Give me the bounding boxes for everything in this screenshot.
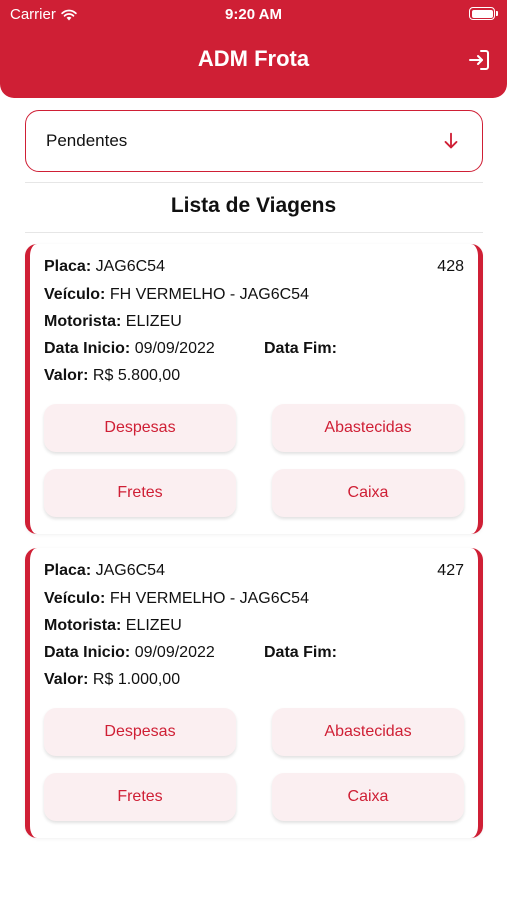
- page-title: ADM Frota: [197, 46, 310, 71]
- filter-selected-value: Pendentes: [46, 131, 128, 150]
- data-inicio-value: 09/09/2022: [134, 340, 215, 357]
- placa-row: Placa: JAG6C54: [44, 258, 165, 276]
- fretes-button[interactable]: Fretes: [44, 773, 236, 821]
- motorista-value: ELIZEU: [125, 617, 182, 634]
- data-inicio-label: Data Inicio:: [44, 340, 131, 357]
- data-inicio-value: 09/09/2022: [134, 644, 215, 661]
- data-fim-label: Data Fim:: [264, 644, 337, 661]
- veiculo-label: Veículo:: [44, 286, 106, 303]
- caixa-button[interactable]: Caixa: [272, 773, 464, 821]
- valor-row: Valor: R$ 1.000,00: [44, 671, 180, 689]
- placa-label: Placa:: [44, 562, 92, 579]
- app-header: Carrier 9:20 AM ADM Frota: [0, 0, 507, 98]
- valor-label: Valor:: [44, 367, 89, 384]
- abastecidas-button[interactable]: Abastecidas: [272, 708, 464, 756]
- abastecidas-button[interactable]: Abastecidas: [272, 404, 464, 452]
- despesas-button[interactable]: Despesas: [44, 404, 236, 452]
- trip-id: 427: [437, 562, 464, 579]
- placa-value: JAG6C54: [95, 562, 165, 579]
- valor-label: Valor:: [44, 671, 89, 688]
- data-inicio-row: Data Inicio: 09/09/2022: [44, 340, 215, 358]
- valor-value: R$ 5.800,00: [92, 367, 181, 384]
- data-inicio-row: Data Inicio: 09/09/2022: [44, 644, 215, 662]
- placa-label: Placa:: [44, 258, 92, 275]
- motorista-row: Motorista: ELIZEU: [44, 617, 182, 635]
- logout-icon: [469, 50, 489, 70]
- status-bar: Carrier 9:20 AM: [0, 0, 507, 28]
- data-fim-row: Data Fim:: [264, 644, 337, 662]
- caixa-button[interactable]: Caixa: [272, 469, 464, 517]
- data-fim-row: Data Fim:: [264, 340, 337, 358]
- divider: [25, 182, 483, 183]
- arrow-down-icon: [444, 132, 458, 149]
- veiculo-value: FH VERMELHO - JAG6C54: [109, 590, 309, 607]
- placa-row: Placa: JAG6C54: [44, 562, 165, 580]
- motorista-value: ELIZEU: [125, 313, 182, 330]
- data-fim-label: Data Fim:: [264, 340, 337, 357]
- veiculo-row: Veículo: FH VERMELHO - JAG6C54: [44, 286, 309, 304]
- trip-card: 427 Placa: JAG6C54 Veículo: FH VERMELHO …: [25, 548, 483, 838]
- list-title: Lista de Viagens: [170, 194, 337, 217]
- veiculo-value: FH VERMELHO - JAG6C54: [109, 286, 309, 303]
- motorista-label: Motorista:: [44, 313, 122, 330]
- placa-value: JAG6C54: [95, 258, 165, 275]
- fretes-button[interactable]: Fretes: [44, 469, 236, 517]
- veiculo-row: Veículo: FH VERMELHO - JAG6C54: [44, 590, 309, 608]
- clock: 9:20 AM: [225, 6, 282, 23]
- trip-id: 428: [437, 258, 464, 275]
- veiculo-label: Veículo:: [44, 590, 106, 607]
- data-inicio-label: Data Inicio:: [44, 644, 131, 661]
- logout-button[interactable]: [465, 46, 493, 74]
- motorista-label: Motorista:: [44, 617, 122, 634]
- divider: [25, 232, 483, 233]
- trip-card: 428 Placa: JAG6C54 Veículo: FH VERMELHO …: [25, 244, 483, 534]
- valor-row: Valor: R$ 5.800,00: [44, 367, 180, 385]
- battery-icon: [469, 7, 498, 20]
- valor-value: R$ 1.000,00: [92, 671, 181, 688]
- despesas-button[interactable]: Despesas: [44, 708, 236, 756]
- motorista-row: Motorista: ELIZEU: [44, 313, 182, 331]
- status-filter-select[interactable]: Pendentes: [25, 110, 483, 172]
